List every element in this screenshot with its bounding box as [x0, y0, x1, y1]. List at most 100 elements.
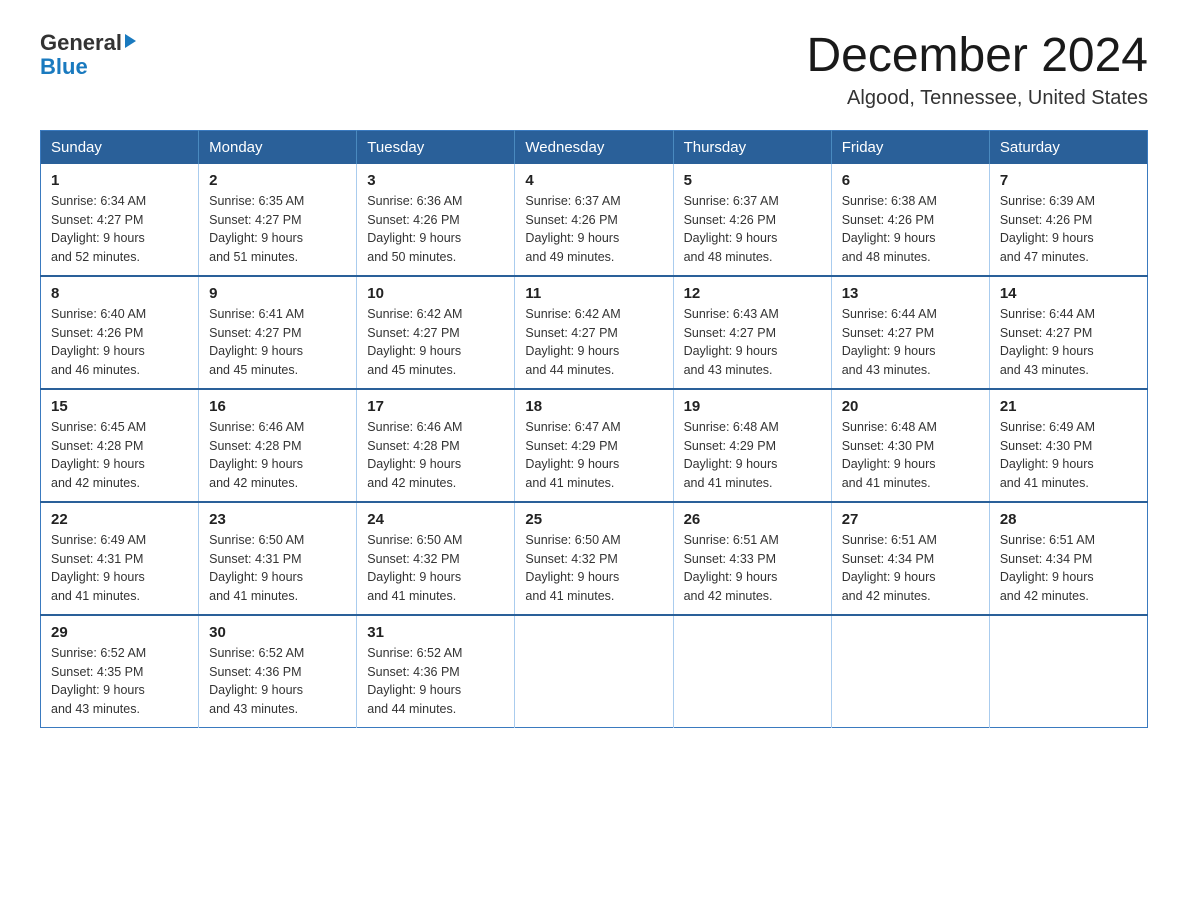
calendar-day-cell: 18 Sunrise: 6:47 AMSunset: 4:29 PMDaylig…	[515, 389, 673, 502]
day-info: Sunrise: 6:44 AMSunset: 4:27 PMDaylight:…	[842, 307, 937, 377]
day-number: 15	[51, 398, 188, 415]
day-info: Sunrise: 6:50 AMSunset: 4:31 PMDaylight:…	[209, 533, 304, 603]
day-info: Sunrise: 6:49 AMSunset: 4:31 PMDaylight:…	[51, 533, 146, 603]
day-info: Sunrise: 6:51 AMSunset: 4:33 PMDaylight:…	[684, 533, 779, 603]
calendar-day-cell: 12 Sunrise: 6:43 AMSunset: 4:27 PMDaylig…	[673, 276, 831, 389]
day-number: 24	[367, 511, 504, 528]
calendar-day-cell	[989, 615, 1147, 728]
day-info: Sunrise: 6:36 AMSunset: 4:26 PMDaylight:…	[367, 194, 462, 264]
day-info: Sunrise: 6:50 AMSunset: 4:32 PMDaylight:…	[525, 533, 620, 603]
day-info: Sunrise: 6:42 AMSunset: 4:27 PMDaylight:…	[367, 307, 462, 377]
calendar-day-cell: 20 Sunrise: 6:48 AMSunset: 4:30 PMDaylig…	[831, 389, 989, 502]
calendar-day-cell: 21 Sunrise: 6:49 AMSunset: 4:30 PMDaylig…	[989, 389, 1147, 502]
day-info: Sunrise: 6:41 AMSunset: 4:27 PMDaylight:…	[209, 307, 304, 377]
calendar-day-cell: 3 Sunrise: 6:36 AMSunset: 4:26 PMDayligh…	[357, 164, 515, 276]
month-title: December 2024	[806, 30, 1148, 83]
calendar-day-cell: 11 Sunrise: 6:42 AMSunset: 4:27 PMDaylig…	[515, 276, 673, 389]
day-info: Sunrise: 6:42 AMSunset: 4:27 PMDaylight:…	[525, 307, 620, 377]
calendar-week-row: 8 Sunrise: 6:40 AMSunset: 4:26 PMDayligh…	[41, 276, 1148, 389]
calendar-day-cell: 14 Sunrise: 6:44 AMSunset: 4:27 PMDaylig…	[989, 276, 1147, 389]
calendar-day-cell: 15 Sunrise: 6:45 AMSunset: 4:28 PMDaylig…	[41, 389, 199, 502]
day-number: 6	[842, 172, 979, 189]
calendar-day-cell: 31 Sunrise: 6:52 AMSunset: 4:36 PMDaylig…	[357, 615, 515, 728]
day-info: Sunrise: 6:34 AMSunset: 4:27 PMDaylight:…	[51, 194, 146, 264]
title-block: December 2024 Algood, Tennessee, United …	[806, 30, 1148, 110]
calendar-day-cell: 23 Sunrise: 6:50 AMSunset: 4:31 PMDaylig…	[199, 502, 357, 615]
day-info: Sunrise: 6:43 AMSunset: 4:27 PMDaylight:…	[684, 307, 779, 377]
calendar-day-cell: 16 Sunrise: 6:46 AMSunset: 4:28 PMDaylig…	[199, 389, 357, 502]
day-info: Sunrise: 6:52 AMSunset: 4:36 PMDaylight:…	[209, 646, 304, 716]
day-info: Sunrise: 6:51 AMSunset: 4:34 PMDaylight:…	[842, 533, 937, 603]
day-number: 17	[367, 398, 504, 415]
calendar-day-cell	[831, 615, 989, 728]
calendar-day-header: Sunday	[41, 130, 199, 164]
logo: General Blue	[40, 30, 136, 78]
calendar-day-header: Thursday	[673, 130, 831, 164]
calendar-header-row: SundayMondayTuesdayWednesdayThursdayFrid…	[41, 130, 1148, 164]
calendar-day-cell: 5 Sunrise: 6:37 AMSunset: 4:26 PMDayligh…	[673, 164, 831, 276]
calendar-day-cell: 7 Sunrise: 6:39 AMSunset: 4:26 PMDayligh…	[989, 164, 1147, 276]
day-number: 9	[209, 285, 346, 302]
day-number: 12	[684, 285, 821, 302]
day-info: Sunrise: 6:35 AMSunset: 4:27 PMDaylight:…	[209, 194, 304, 264]
calendar-day-cell: 9 Sunrise: 6:41 AMSunset: 4:27 PMDayligh…	[199, 276, 357, 389]
day-number: 2	[209, 172, 346, 189]
calendar-day-cell: 24 Sunrise: 6:50 AMSunset: 4:32 PMDaylig…	[357, 502, 515, 615]
day-number: 11	[525, 285, 662, 302]
day-info: Sunrise: 6:46 AMSunset: 4:28 PMDaylight:…	[209, 420, 304, 490]
day-number: 26	[684, 511, 821, 528]
day-info: Sunrise: 6:46 AMSunset: 4:28 PMDaylight:…	[367, 420, 462, 490]
calendar-day-cell: 25 Sunrise: 6:50 AMSunset: 4:32 PMDaylig…	[515, 502, 673, 615]
day-info: Sunrise: 6:47 AMSunset: 4:29 PMDaylight:…	[525, 420, 620, 490]
day-number: 28	[1000, 511, 1137, 528]
calendar-day-header: Monday	[199, 130, 357, 164]
calendar-day-header: Tuesday	[357, 130, 515, 164]
calendar-day-cell: 30 Sunrise: 6:52 AMSunset: 4:36 PMDaylig…	[199, 615, 357, 728]
day-info: Sunrise: 6:37 AMSunset: 4:26 PMDaylight:…	[525, 194, 620, 264]
calendar-week-row: 15 Sunrise: 6:45 AMSunset: 4:28 PMDaylig…	[41, 389, 1148, 502]
calendar-day-cell: 26 Sunrise: 6:51 AMSunset: 4:33 PMDaylig…	[673, 502, 831, 615]
calendar-day-cell: 28 Sunrise: 6:51 AMSunset: 4:34 PMDaylig…	[989, 502, 1147, 615]
calendar-day-cell: 10 Sunrise: 6:42 AMSunset: 4:27 PMDaylig…	[357, 276, 515, 389]
day-number: 25	[525, 511, 662, 528]
calendar-day-header: Saturday	[989, 130, 1147, 164]
logo-blue: Blue	[40, 54, 88, 79]
day-info: Sunrise: 6:49 AMSunset: 4:30 PMDaylight:…	[1000, 420, 1095, 490]
day-number: 31	[367, 624, 504, 641]
day-info: Sunrise: 6:40 AMSunset: 4:26 PMDaylight:…	[51, 307, 146, 377]
day-number: 4	[525, 172, 662, 189]
logo-triangle-icon	[125, 34, 136, 48]
calendar-day-cell	[515, 615, 673, 728]
day-number: 14	[1000, 285, 1137, 302]
day-number: 23	[209, 511, 346, 528]
day-number: 18	[525, 398, 662, 415]
day-number: 29	[51, 624, 188, 641]
day-info: Sunrise: 6:52 AMSunset: 4:35 PMDaylight:…	[51, 646, 146, 716]
calendar-day-cell: 29 Sunrise: 6:52 AMSunset: 4:35 PMDaylig…	[41, 615, 199, 728]
calendar-day-cell: 22 Sunrise: 6:49 AMSunset: 4:31 PMDaylig…	[41, 502, 199, 615]
day-number: 19	[684, 398, 821, 415]
day-info: Sunrise: 6:48 AMSunset: 4:30 PMDaylight:…	[842, 420, 937, 490]
calendar-day-cell: 13 Sunrise: 6:44 AMSunset: 4:27 PMDaylig…	[831, 276, 989, 389]
page-header: General Blue December 2024 Algood, Tenne…	[40, 30, 1148, 110]
day-number: 21	[1000, 398, 1137, 415]
calendar-day-cell: 8 Sunrise: 6:40 AMSunset: 4:26 PMDayligh…	[41, 276, 199, 389]
calendar-day-header: Friday	[831, 130, 989, 164]
day-number: 22	[51, 511, 188, 528]
day-info: Sunrise: 6:52 AMSunset: 4:36 PMDaylight:…	[367, 646, 462, 716]
calendar-day-cell: 4 Sunrise: 6:37 AMSunset: 4:26 PMDayligh…	[515, 164, 673, 276]
day-number: 3	[367, 172, 504, 189]
day-info: Sunrise: 6:50 AMSunset: 4:32 PMDaylight:…	[367, 533, 462, 603]
calendar-day-cell: 1 Sunrise: 6:34 AMSunset: 4:27 PMDayligh…	[41, 164, 199, 276]
day-number: 8	[51, 285, 188, 302]
calendar-week-row: 1 Sunrise: 6:34 AMSunset: 4:27 PMDayligh…	[41, 164, 1148, 276]
calendar-day-cell: 19 Sunrise: 6:48 AMSunset: 4:29 PMDaylig…	[673, 389, 831, 502]
day-info: Sunrise: 6:48 AMSunset: 4:29 PMDaylight:…	[684, 420, 779, 490]
calendar-day-header: Wednesday	[515, 130, 673, 164]
logo-general: General	[40, 30, 122, 56]
calendar-day-cell	[673, 615, 831, 728]
day-info: Sunrise: 6:51 AMSunset: 4:34 PMDaylight:…	[1000, 533, 1095, 603]
calendar-day-cell: 2 Sunrise: 6:35 AMSunset: 4:27 PMDayligh…	[199, 164, 357, 276]
day-info: Sunrise: 6:39 AMSunset: 4:26 PMDaylight:…	[1000, 194, 1095, 264]
location-subtitle: Algood, Tennessee, United States	[806, 87, 1148, 110]
